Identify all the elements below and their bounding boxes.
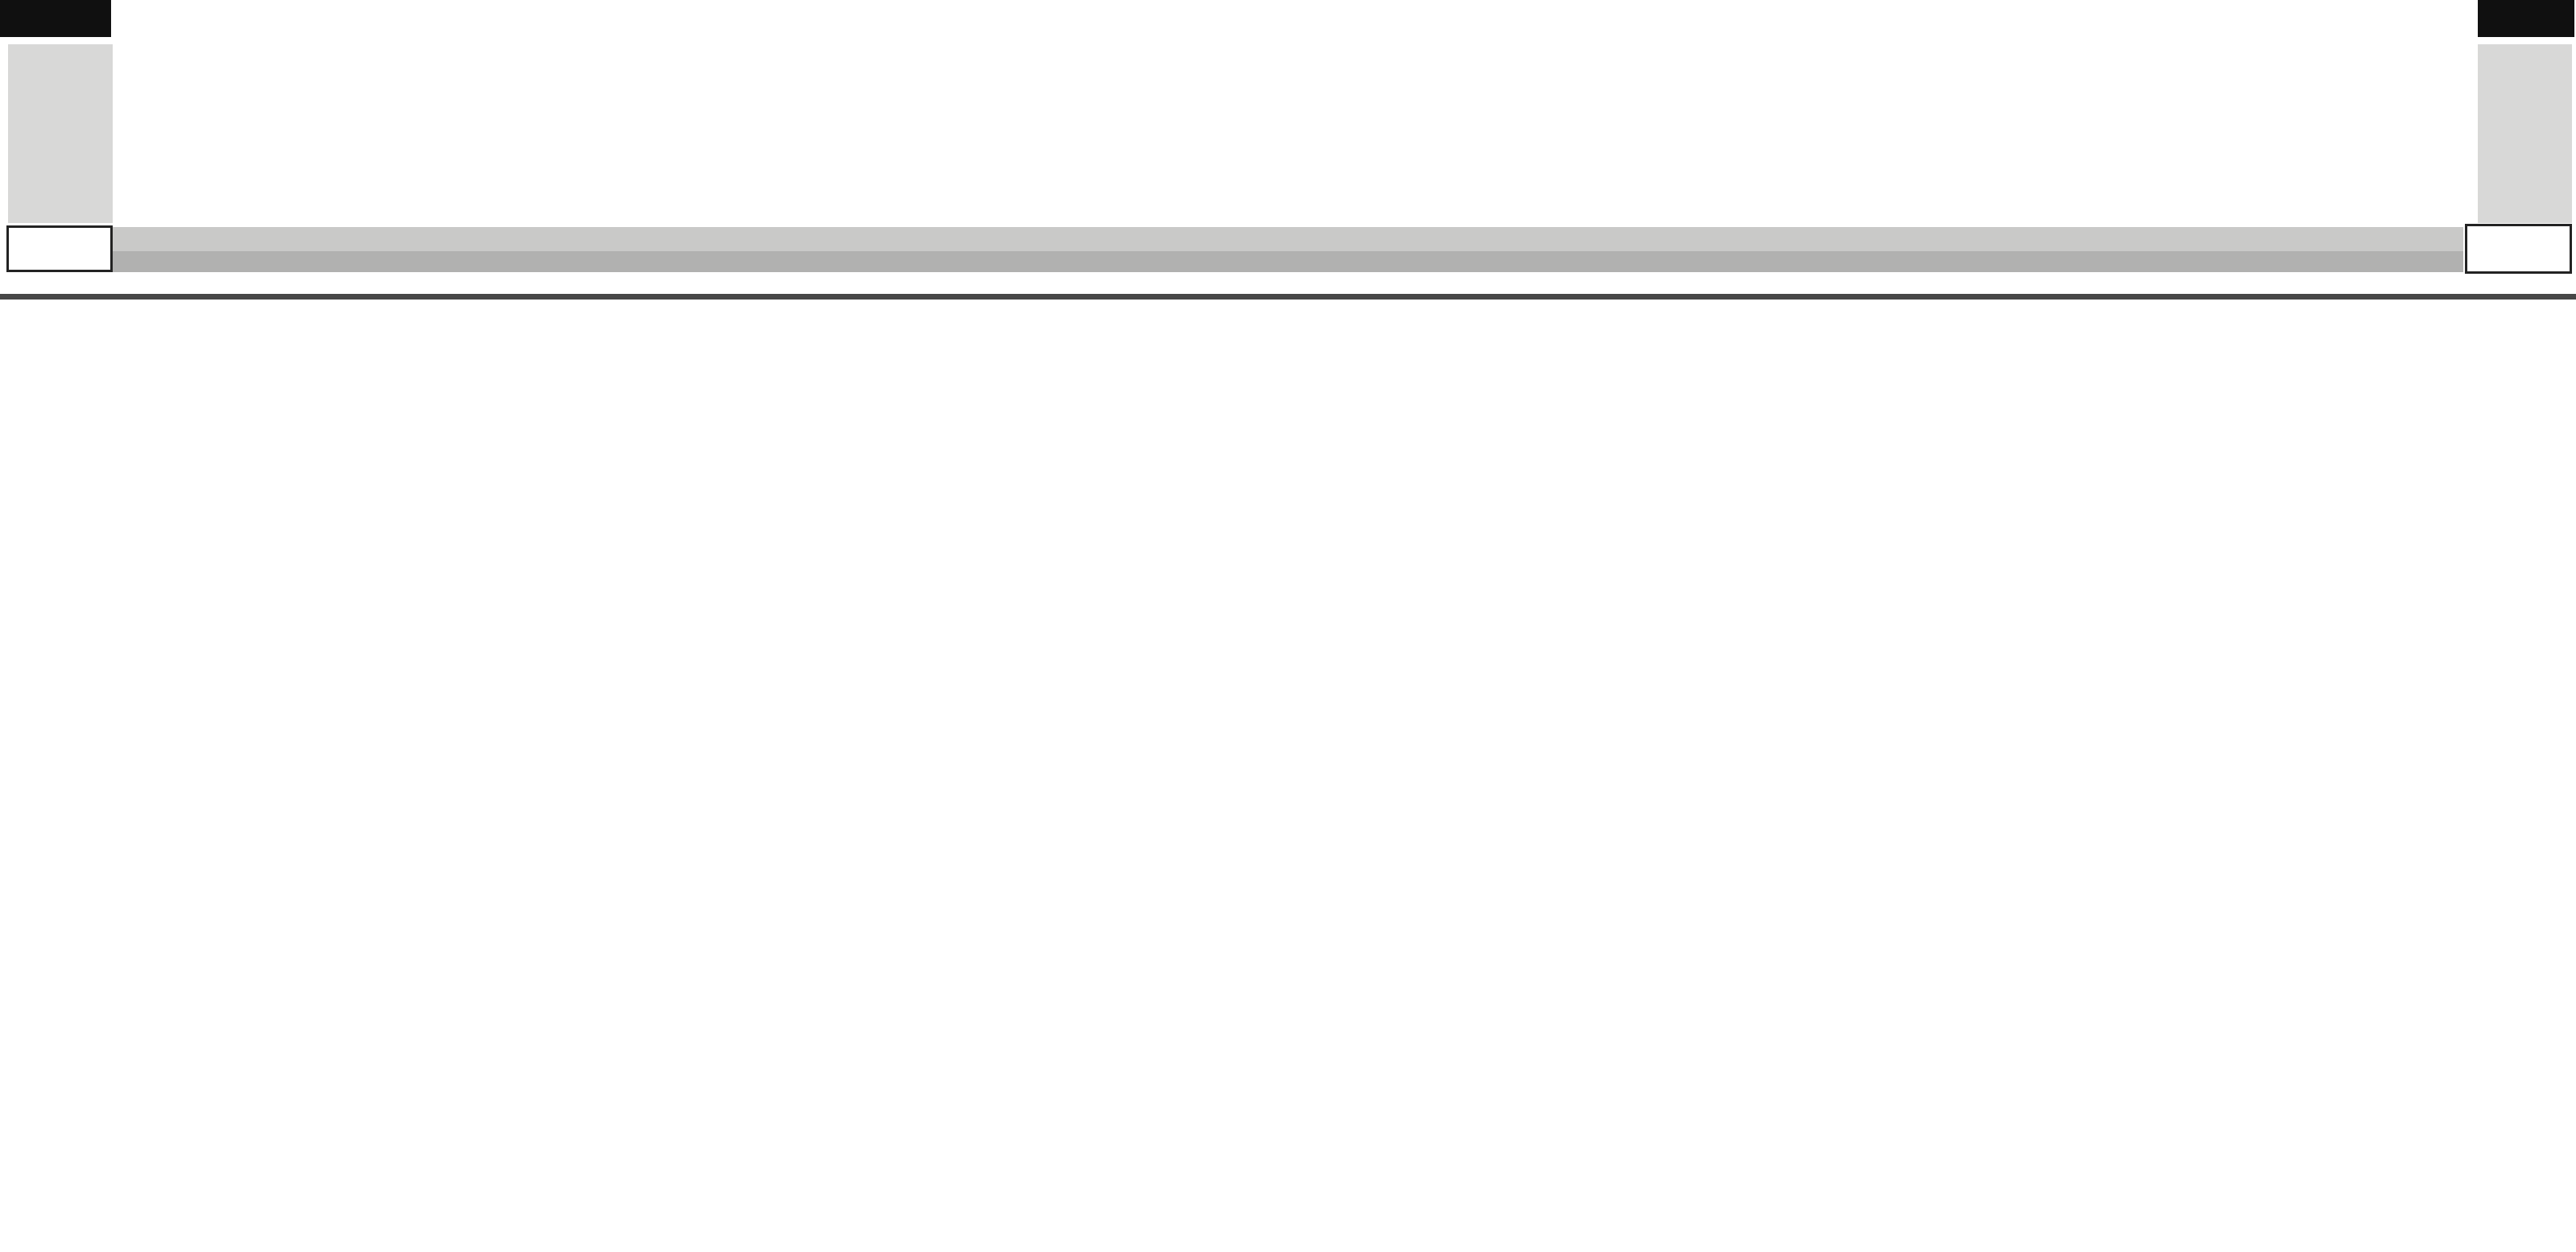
brand-tag-left: [0, 0, 111, 37]
row-separator: [0, 294, 2576, 300]
code-bar: [113, 227, 2463, 251]
finish-label: [6, 225, 113, 272]
sidebar-note: [8, 44, 113, 223]
right-side-panel: [2478, 44, 2572, 223]
gray-strip: [113, 251, 2463, 272]
finish-label: [2465, 224, 2572, 274]
brand-tag-right: [2478, 0, 2574, 37]
catalog-page: [0, 0, 2576, 1252]
